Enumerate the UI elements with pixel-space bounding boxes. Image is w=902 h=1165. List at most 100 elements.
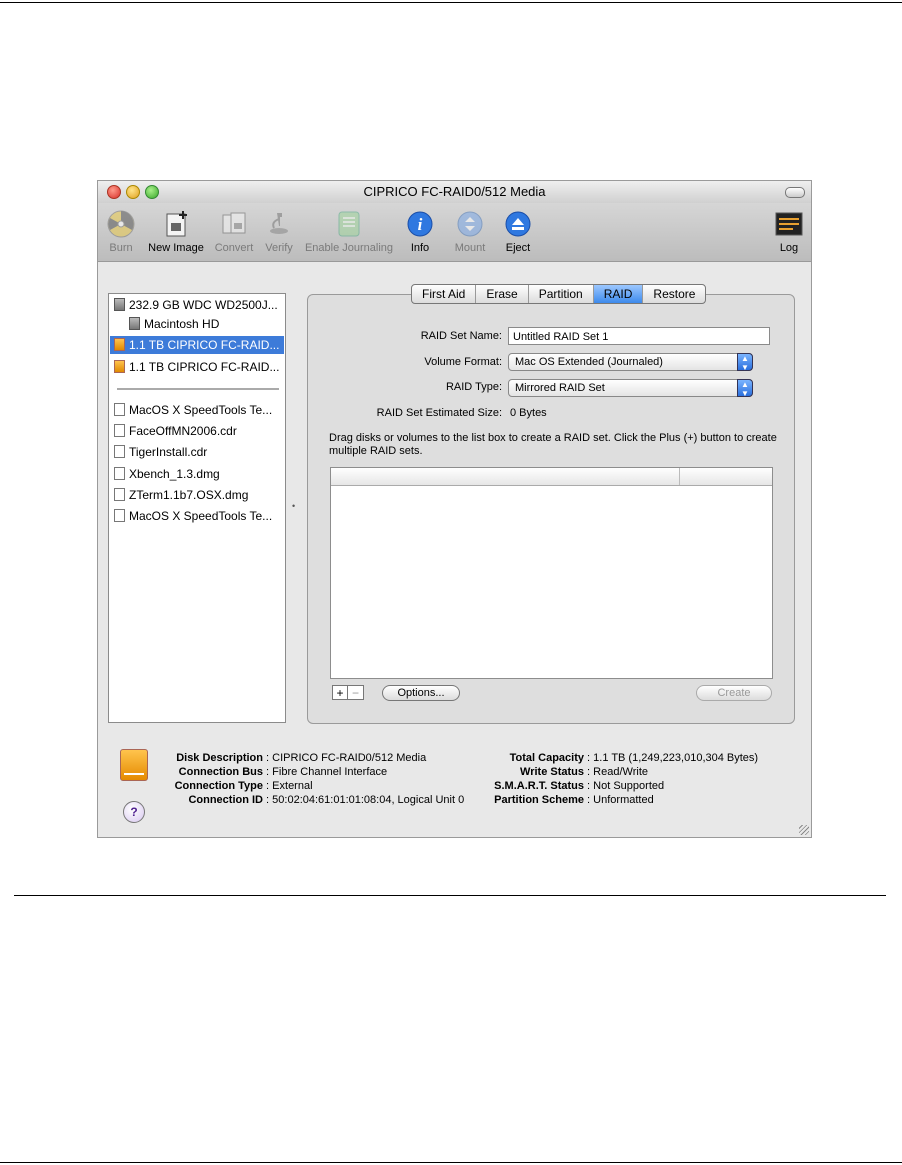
minimize-button[interactable] <box>126 185 140 199</box>
sidebar-item-label: 1.1 TB CIPRICO FC-RAID... <box>129 338 280 352</box>
tab-erase[interactable]: Erase <box>476 285 529 303</box>
info-value: Not Supported <box>593 780 665 792</box>
toolbar-eject-label: Eject <box>505 242 531 254</box>
info-sep: : <box>263 794 273 806</box>
raid-set-list[interactable] <box>330 467 773 679</box>
journaling-icon <box>338 211 360 237</box>
raid-disk-icon <box>114 360 125 373</box>
info-connection-type: Connection Type : External <box>102 779 313 793</box>
disk-image-icon <box>114 509 125 522</box>
split-view-handle[interactable]: • <box>292 501 295 511</box>
toolbar-log-button[interactable]: Log <box>774 209 804 254</box>
info-icon: i <box>407 211 433 237</box>
title-bar: CIPRICO FC-RAID0/512 Media <box>98 181 811 203</box>
toolbar-enable-journaling-button[interactable]: Enable Journaling <box>302 209 396 254</box>
sidebar-item-wdc-disk[interactable]: 232.9 GB WDC WD2500J... <box>114 296 280 314</box>
raid-list-column-divider <box>679 468 680 485</box>
info-value: CIPRICO FC-RAID0/512 Media <box>272 752 427 764</box>
tab-raid[interactable]: RAID <box>593 285 644 303</box>
toolbar-new-image-button[interactable]: New Image <box>146 209 206 254</box>
toolbar-mount-label: Mount <box>454 242 486 254</box>
info-key: Connection ID <box>188 794 263 806</box>
create-button[interactable]: Create <box>696 685 772 701</box>
sidebar-item-macintosh-hd[interactable]: Macintosh HD <box>129 315 280 333</box>
sidebar-item-zterm[interactable]: ZTerm1.1b7.OSX.dmg <box>114 486 280 504</box>
info-key: Partition Scheme <box>494 794 584 806</box>
info-key: Total Capacity <box>509 752 584 764</box>
disk-image-icon <box>114 403 125 416</box>
tab-bar: First Aid Erase Partition RAID Restore <box>411 284 707 304</box>
burn-icon <box>107 210 135 238</box>
info-value: External <box>272 780 313 792</box>
popup-arrows-icon: ▲ ▼ <box>737 379 753 398</box>
volume-format-label: Volume Format: <box>424 356 502 368</box>
toolbar-log-label: Log <box>779 242 799 254</box>
raid-set-name-field[interactable]: Untitled RAID Set 1 <box>508 327 770 345</box>
toolbar-convert-button[interactable]: Convert <box>212 209 256 254</box>
remove-raid-set-button[interactable]: − <box>348 685 364 700</box>
sidebar-item-label: 232.9 GB WDC WD2500J... <box>129 298 278 312</box>
info-partition-scheme: Partition Scheme : Unformatted <box>487 793 654 807</box>
resize-grip[interactable] <box>799 825 809 835</box>
volume-icon <box>129 317 140 330</box>
zoom-button[interactable] <box>145 185 159 199</box>
info-sep: : <box>263 752 273 764</box>
eject-icon <box>505 211 531 237</box>
toolbar: Burn New Image Convert Verify Enable Jou… <box>98 203 811 262</box>
hard-disk-icon <box>114 298 125 311</box>
toolbar-burn-button[interactable]: Burn <box>104 209 138 254</box>
device-list[interactable]: 232.9 GB WDC WD2500J... Macintosh HD 1.1… <box>108 293 286 723</box>
tab-restore[interactable]: Restore <box>643 285 705 303</box>
verify-icon <box>270 213 288 234</box>
sidebar-item-label: ZTerm1.1b7.OSX.dmg <box>129 488 249 502</box>
sidebar-item-label: FaceOffMN2006.cdr <box>129 424 237 438</box>
add-raid-set-button[interactable]: + <box>332 685 348 700</box>
sidebar-item-faceoff[interactable]: FaceOffMN2006.cdr <box>114 422 280 440</box>
page-rule-bottom <box>0 1162 902 1163</box>
disk-image-icon <box>114 424 125 437</box>
toolbar-burn-label: Burn <box>109 242 133 254</box>
volume-format-popup[interactable]: Mac OS Extended (Journaled) ▲ ▼ <box>508 353 753 372</box>
close-button[interactable] <box>107 185 121 199</box>
disk-image-icon <box>114 488 125 501</box>
info-value: 50:02:04:61:01:01:08:04, Logical Unit 0 <box>272 794 465 806</box>
info-sep: : <box>584 752 594 764</box>
sidebar-item-ciprico-raid-1[interactable]: 1.1 TB CIPRICO FC-RAID... <box>110 336 284 354</box>
toolbar-convert-label: Convert <box>214 242 254 254</box>
page-rule-middle <box>14 895 886 896</box>
tab-partition[interactable]: Partition <box>529 285 594 303</box>
sidebar-item-xbench[interactable]: Xbench_1.3.dmg <box>114 465 280 483</box>
info-value: 1.1 TB (1,249,223,010,304 Bytes) <box>593 752 759 764</box>
page-rule-top <box>0 2 902 3</box>
volume-format-value: Mac OS Extended (Journaled) <box>515 356 663 368</box>
sidebar-item-speedtools-2[interactable]: MacOS X SpeedTools Te... <box>114 507 280 525</box>
info-value: Unformatted <box>593 794 654 806</box>
log-icon <box>775 212 803 236</box>
tab-first-aid[interactable]: First Aid <box>412 285 477 303</box>
info-connection-bus: Connection Bus : Fibre Channel Interface <box>102 765 387 779</box>
options-button[interactable]: Options... <box>382 685 460 701</box>
toolbar-new-image-label: New Image <box>148 242 204 254</box>
toolbar-verify-button[interactable]: Verify <box>262 209 296 254</box>
info-write-status: Write Status : Read/Write <box>487 765 648 779</box>
info-sep: : <box>263 780 273 792</box>
sidebar-item-ciprico-raid-2[interactable]: 1.1 TB CIPRICO FC-RAID... <box>114 358 280 376</box>
raid-type-value: Mirrored RAID Set <box>515 382 605 394</box>
info-sep: : <box>584 766 594 778</box>
popup-arrows-icon: ▲ ▼ <box>737 353 753 372</box>
toolbar-eject-button[interactable]: Eject <box>502 209 534 254</box>
raid-type-popup[interactable]: Mirrored RAID Set ▲ ▼ <box>508 379 753 398</box>
toolbar-info-button[interactable]: i Info <box>404 209 436 254</box>
info-sep: : <box>584 794 594 806</box>
sidebar-item-speedtools-1[interactable]: MacOS X SpeedTools Te... <box>114 401 280 419</box>
info-value: Fibre Channel Interface <box>272 766 388 778</box>
estimated-size-label: RAID Set Estimated Size: <box>376 407 502 419</box>
new-image-icon <box>166 211 187 237</box>
mount-icon <box>457 211 483 237</box>
toolbar-toggle-button[interactable] <box>785 187 805 198</box>
sidebar-item-tigerinstall[interactable]: TigerInstall.cdr <box>114 443 280 461</box>
toolbar-mount-button[interactable]: Mount <box>450 209 490 254</box>
toolbar-info-label: Info <box>410 242 430 254</box>
info-smart-status: S.M.A.R.T. Status : Not Supported <box>487 779 664 793</box>
toolbar-enable-journaling-label: Enable Journaling <box>304 242 394 254</box>
